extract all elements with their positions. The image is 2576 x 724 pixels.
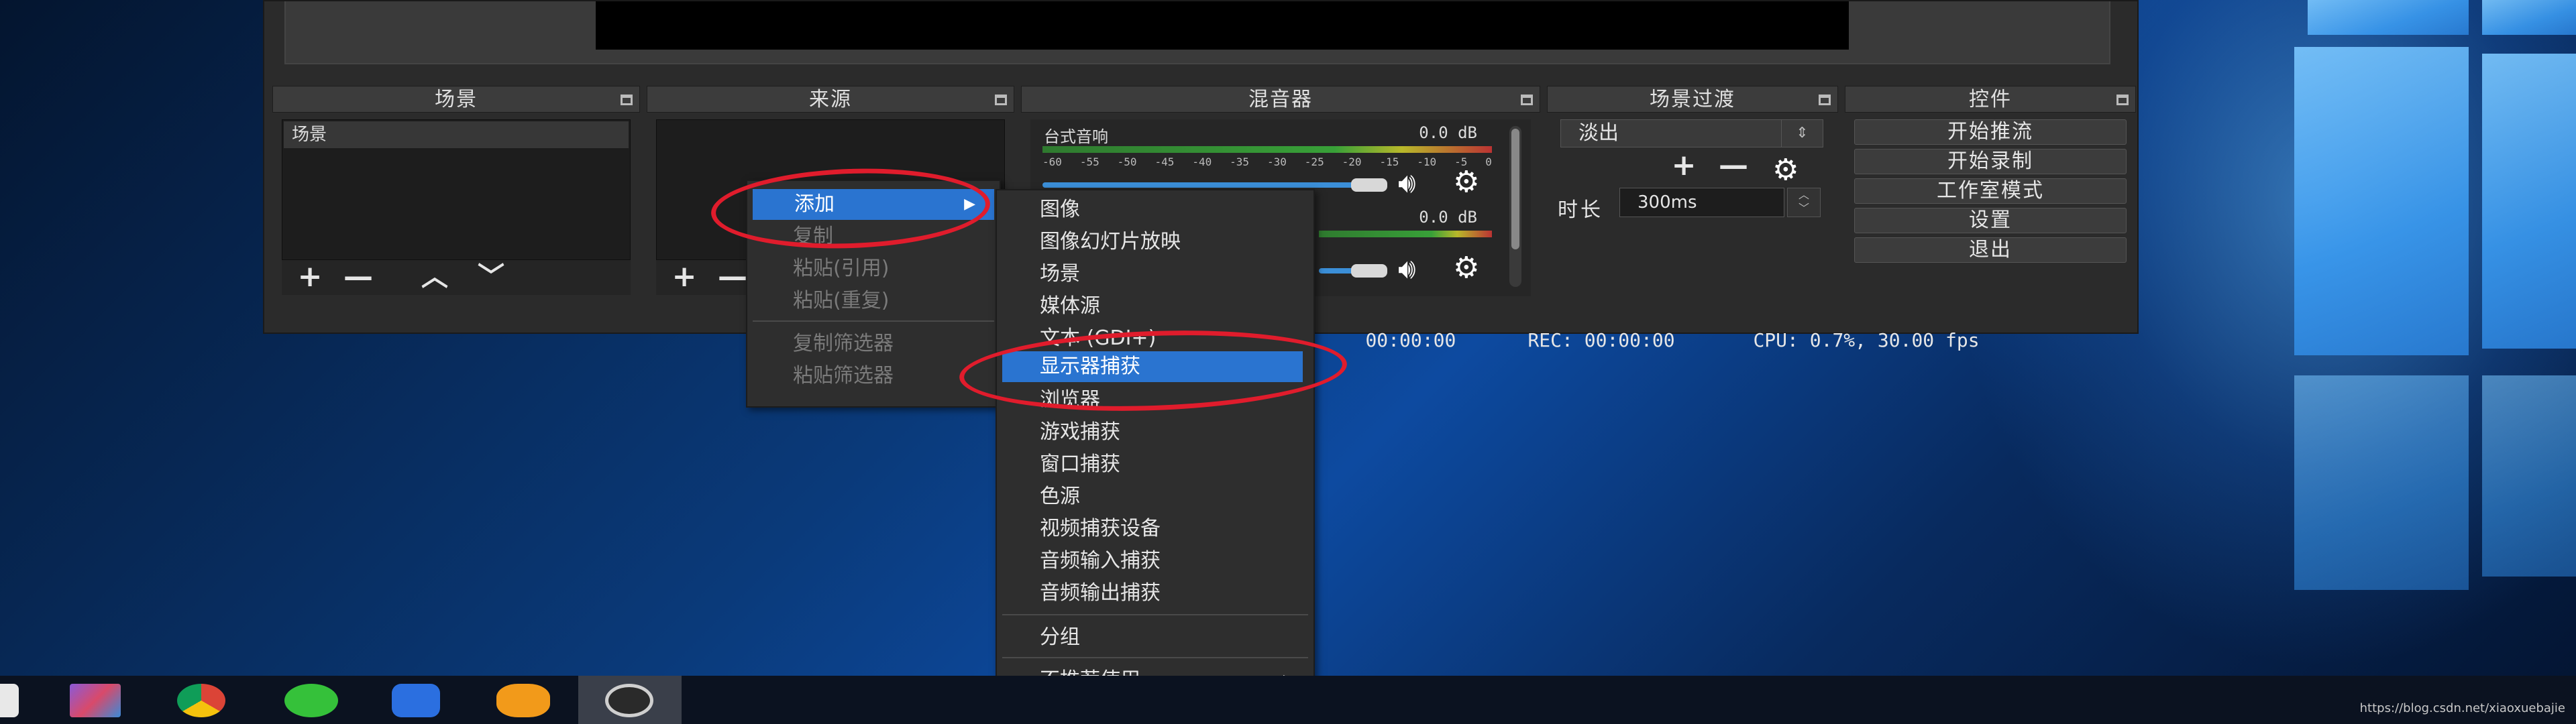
obs-icon[interactable] [605, 684, 653, 717]
speaker-icon[interactable]: 🔊︎ [1398, 166, 1415, 200]
speaker-icon[interactable]: 🔊︎ [1398, 252, 1415, 286]
taskbar [0, 676, 2576, 724]
volume-meter [1042, 146, 1492, 153]
duration-input[interactable]: 300ms [1619, 188, 1784, 217]
menu-item-paste-ref[interactable]: 粘贴(引用) [747, 253, 1000, 284]
scenes-toolbar: + — ︿ ﹀ [282, 260, 631, 295]
menu-item-slideshow[interactable]: 图像幻灯片放映 [997, 227, 1313, 257]
volume-slider[interactable] [1319, 264, 1387, 278]
controls-dock-title: 控件 [1845, 86, 2136, 113]
wallpaper-window-pane [2294, 47, 2469, 355]
transitions-title-text: 场景过渡 [1650, 88, 1735, 111]
preview-area [284, 1, 2110, 64]
preview-canvas[interactable] [596, 1, 1849, 50]
wechat-icon[interactable] [284, 684, 338, 717]
scenes-dock-title: 场景 [272, 86, 640, 113]
menu-item-audio-output[interactable]: 音频输出捕获 [997, 578, 1313, 609]
wallpaper-window-pane [2308, 0, 2469, 35]
menu-item-media-source[interactable]: 媒体源 [997, 291, 1313, 322]
scenes-dock: 场景 场景 + — ︿ ﹀ [272, 86, 640, 298]
move-down-icon[interactable]: ﹀ [472, 263, 510, 291]
start-streaming-button[interactable]: 开始推流 [1854, 119, 2127, 145]
photo-app-icon[interactable] [70, 684, 121, 717]
undock-icon[interactable] [2116, 95, 2129, 105]
wallpaper-window-pane [2294, 375, 2469, 590]
gear-icon[interactable]: ⚙ [1772, 153, 1799, 187]
menu-separator [1002, 657, 1308, 658]
menu-item-color-source[interactable]: 色源 [997, 481, 1313, 512]
move-up-icon[interactable]: ︿ [416, 263, 453, 291]
menu-item-copy-filters[interactable]: 复制筛选器 [747, 328, 1000, 359]
remove-scene-button[interactable]: — [339, 262, 377, 292]
slider-handle[interactable] [1351, 178, 1387, 192]
status-rec: REC: 00:00:00 [1483, 307, 1675, 373]
menu-item-audio-input[interactable]: 音频输入捕获 [997, 546, 1313, 577]
rec-timer: REC: 00:00:00 [1527, 329, 1675, 351]
add-scene-button[interactable]: + [291, 262, 329, 292]
sources-title-text: 来源 [809, 88, 852, 111]
undock-icon[interactable] [1521, 95, 1533, 105]
controls-dock: 控件 开始推流 开始录制 工作室模式 设置 退出 [1845, 86, 2136, 298]
menu-item-video-capture[interactable]: 视频捕获设备 [997, 514, 1313, 544]
duration-label: 时长 [1558, 198, 1603, 222]
chevron-updown-icon[interactable]: ⇕ [1781, 120, 1823, 147]
track-db: 0.0 dB [1419, 123, 1477, 142]
watermark: https://blog.csdn.net/xiaoxuebajie [2359, 701, 2565, 715]
gear-icon[interactable]: ⚙ [1453, 251, 1479, 285]
undock-icon[interactable] [1819, 95, 1831, 105]
cpu-fps: CPU: 0.7%, 30.00 fps [1753, 329, 1980, 351]
scenes-title-text: 场景 [435, 88, 478, 111]
transitions-dock-title: 场景过渡 [1547, 86, 1838, 113]
controls-title-text: 控件 [1969, 88, 2012, 111]
slider-handle[interactable] [1351, 264, 1387, 278]
undock-icon[interactable] [621, 95, 633, 105]
track-name: 台式音响 [1044, 127, 1108, 146]
media-player-icon[interactable] [496, 684, 550, 717]
menu-item-group[interactable]: 分组 [997, 622, 1313, 653]
mixer-title-text: 混音器 [1248, 88, 1313, 111]
studio-mode-button[interactable]: 工作室模式 [1854, 178, 2127, 204]
menu-item-scene[interactable]: 场景 [997, 259, 1313, 290]
taskbar-active-obs[interactable] [578, 676, 682, 724]
settings-button[interactable]: 设置 [1854, 208, 2127, 233]
track-db: 0.0 dB [1419, 208, 1477, 227]
undock-icon[interactable] [995, 95, 1007, 105]
remove-transition-button[interactable]: — [1715, 151, 1752, 180]
add-source-button[interactable]: + [665, 262, 703, 292]
scene-item[interactable]: 场景 [284, 121, 629, 148]
gear-icon[interactable]: ⚙ [1453, 165, 1479, 199]
transition-value: 淡出 [1578, 121, 1619, 145]
transition-select[interactable]: 淡出 ⇕ [1560, 119, 1823, 147]
status-cpu: CPU: 0.7%, 30.00 fps [1708, 307, 1980, 373]
app-icon[interactable] [0, 684, 19, 717]
sources-dock-title: 来源 [647, 86, 1014, 113]
mixer-scrollbar[interactable] [1509, 126, 1521, 287]
wallpaper-window-pane [2482, 0, 2576, 35]
start-recording-button[interactable]: 开始录制 [1854, 149, 2127, 174]
chrome-icon[interactable] [177, 684, 225, 717]
menu-item-game-capture[interactable]: 游戏捕获 [997, 417, 1313, 448]
add-transition-button[interactable]: + [1665, 151, 1703, 180]
add-submenu: 图像 图像幻灯片放映 场景 媒体源 文本 (GDI+) 显示器捕获 浏览器 游戏… [996, 189, 1315, 700]
transitions-dock: 场景过渡 淡出 ⇕ + — ⚙ 时长 300ms ︿ ﹀ [1547, 86, 1838, 298]
meter-scale: -60 -55 -50 -45 -40 -35 -30 -25 -20 -15 -10 -5 0 [1042, 156, 1492, 168]
wps-icon[interactable] [392, 684, 440, 717]
volume-slider[interactable] [1042, 178, 1387, 192]
live-timer: 00:00:00 [1365, 329, 1456, 351]
menu-item-image[interactable]: 图像 [997, 194, 1313, 225]
menu-separator [753, 320, 994, 322]
wallpaper-window-pane [2482, 375, 2576, 577]
exit-button[interactable]: 退出 [1854, 237, 2127, 263]
menu-separator [1002, 614, 1308, 615]
wallpaper-window-pane [2482, 54, 2576, 349]
scene-list[interactable]: 场景 [282, 119, 631, 260]
menu-item-paste-dup[interactable]: 粘贴(重复) [747, 286, 1000, 316]
duration-spinner[interactable]: ︿ ﹀ [1787, 188, 1821, 217]
volume-meter [1319, 231, 1492, 237]
menu-item-window-capture[interactable]: 窗口捕获 [997, 449, 1313, 480]
mixer-dock-title: 混音器 [1021, 86, 1540, 113]
